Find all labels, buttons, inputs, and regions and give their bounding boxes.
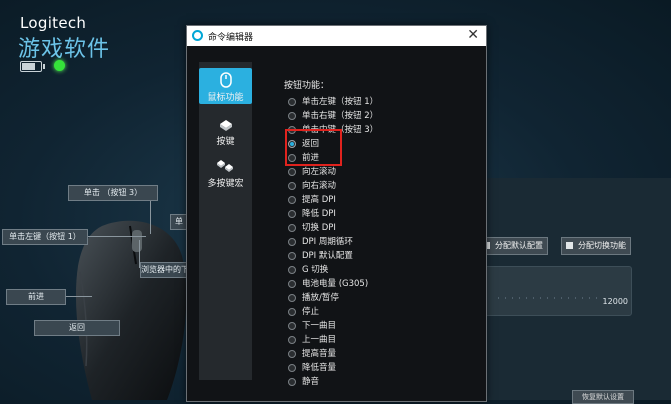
radio-option-label: 提高音量 — [302, 349, 337, 359]
radio-option-label: 电池电量 (G305) — [302, 279, 369, 289]
close-icon[interactable]: ✕ — [467, 27, 479, 43]
radio-option[interactable]: G 切换 — [284, 263, 378, 277]
radio-button[interactable] — [288, 224, 296, 232]
highlight-box — [285, 129, 342, 166]
radio-option[interactable]: 提高音量 — [284, 347, 378, 361]
radio-button[interactable] — [288, 112, 296, 120]
radio-option-label: 下一曲目 — [302, 321, 337, 331]
key-icon — [219, 120, 232, 131]
square-icon — [566, 242, 573, 249]
radio-button[interactable] — [288, 266, 296, 274]
radio-option[interactable]: 停止 — [284, 305, 378, 319]
radio-option-label: 切换 DPI — [302, 223, 336, 233]
button-function-list: 按钮功能： 单击左键（按钮 1） 单击右键（按钮 2） 单击中键（按钮 3） 返回 前进… — [284, 78, 378, 389]
radio-option[interactable]: 单击左键（按钮 1） — [284, 95, 378, 109]
radio-button[interactable] — [288, 364, 296, 372]
assign-default-button[interactable]: 分配默认配置 — [478, 237, 548, 255]
radio-option[interactable]: 降低音量 — [284, 361, 378, 375]
assign-toggle-label: 分配切换功能 — [578, 241, 626, 250]
radio-option-label: G 切换 — [302, 265, 329, 275]
radio-option[interactable]: 静音 — [284, 375, 378, 389]
radio-option[interactable]: 降低 DPI — [284, 207, 378, 221]
leader-line — [88, 236, 146, 237]
sidebar-item-mouse-function[interactable]: 鼠标功能 — [199, 68, 252, 104]
radio-option[interactable]: 播放/暂停 — [284, 291, 378, 305]
command-editor-dialog: 命令编辑器 ✕ 鼠标功能 按键 多按键宏 按钮功能： 单击左键（按钮 1） 单击… — [186, 25, 487, 402]
callout-button-1[interactable]: 单击左键（按钮 1） — [2, 229, 88, 245]
radio-button[interactable] — [288, 210, 296, 218]
radio-option-label: 向左滚动 — [302, 167, 337, 177]
radio-button[interactable] — [288, 238, 296, 246]
sidebar-label: 按键 — [216, 137, 235, 147]
dpi-ticks — [495, 297, 601, 299]
radio-option-label: 提高 DPI — [302, 195, 336, 205]
radio-button[interactable] — [288, 98, 296, 106]
radio-option[interactable]: DPI 默认配置 — [284, 249, 378, 263]
leader-line — [64, 296, 92, 297]
radio-option[interactable]: 下一曲目 — [284, 319, 378, 333]
section-label: 按钮功能： — [284, 81, 330, 91]
radio-option-label: 播放/暂停 — [302, 293, 339, 303]
callout-button-3[interactable]: 单击 （按钮 3） — [68, 185, 158, 201]
radio-button[interactable] — [288, 168, 296, 176]
callout-back[interactable]: 返回 — [34, 320, 120, 336]
radio-option[interactable]: 向左滚动 — [284, 165, 378, 179]
radio-option[interactable]: 单击右键（按钮 2） — [284, 109, 378, 123]
sidebar-item-keystroke[interactable]: 按键 — [199, 118, 252, 152]
radio-option[interactable]: 电池电量 (G305) — [284, 277, 378, 291]
radio-option-label: 静音 — [302, 377, 320, 387]
radio-option[interactable]: 上一曲目 — [284, 333, 378, 347]
status-indicator — [54, 60, 65, 71]
sidebar-label: 鼠标功能 — [207, 93, 244, 103]
dialog-sidebar: 鼠标功能 按键 多按键宏 — [199, 62, 252, 380]
radio-option-label: 降低音量 — [302, 363, 337, 373]
battery-icon — [20, 61, 45, 72]
sidebar-label: 多按键宏 — [207, 179, 244, 189]
radio-button[interactable] — [288, 336, 296, 344]
radio-option-label: DPI 默认配置 — [302, 251, 353, 261]
radio-button[interactable] — [288, 280, 296, 288]
radio-option-label: 向右滚动 — [302, 181, 337, 191]
radio-option-label: 上一曲目 — [302, 335, 337, 345]
radio-button[interactable] — [288, 308, 296, 316]
callout-forward[interactable]: 前进 — [6, 289, 66, 305]
dialog-title: 命令编辑器 — [208, 33, 254, 43]
radio-button[interactable] — [288, 350, 296, 358]
radio-button[interactable] — [288, 294, 296, 302]
leader-line — [150, 196, 151, 234]
brand-label: Logitech — [20, 14, 87, 32]
radio-option-label: 单击右键（按钮 2） — [302, 111, 379, 121]
radio-option-label: 单击左键（按钮 1） — [302, 97, 379, 107]
multikey-icon — [216, 160, 233, 172]
product-title: 游戏软件 — [18, 37, 111, 62]
callout-wheel[interactable]: 浏览器中的下 — [140, 262, 189, 278]
radio-option[interactable]: DPI 周期循环 — [284, 235, 378, 249]
radio-option[interactable]: 向右滚动 — [284, 179, 378, 193]
radio-option[interactable]: 提高 DPI — [284, 193, 378, 207]
radio-option-label: 降低 DPI — [302, 209, 336, 219]
dpi-slider[interactable]: 12000 — [484, 266, 632, 316]
sidebar-item-multikey[interactable]: 多按键宏 — [199, 158, 252, 194]
assign-default-label: 分配默认配置 — [495, 241, 543, 250]
radio-button[interactable] — [288, 322, 296, 330]
radio-button[interactable] — [288, 196, 296, 204]
mouse-icon — [219, 72, 232, 88]
assign-toggle-button[interactable]: 分配切换功能 — [561, 237, 631, 255]
radio-option-label: 停止 — [302, 307, 320, 317]
dpi-max-label: 12000 — [602, 297, 628, 306]
radio-option[interactable]: 切换 DPI — [284, 221, 378, 235]
restore-default-button[interactable]: 恢复默认设置 — [572, 390, 634, 404]
radio-button[interactable] — [288, 182, 296, 190]
radio-button[interactable] — [288, 252, 296, 260]
logitech-g-icon — [192, 30, 203, 41]
dialog-titlebar: 命令编辑器 ✕ — [187, 26, 486, 46]
radio-option-label: DPI 周期循环 — [302, 237, 353, 247]
radio-button[interactable] — [288, 378, 296, 386]
